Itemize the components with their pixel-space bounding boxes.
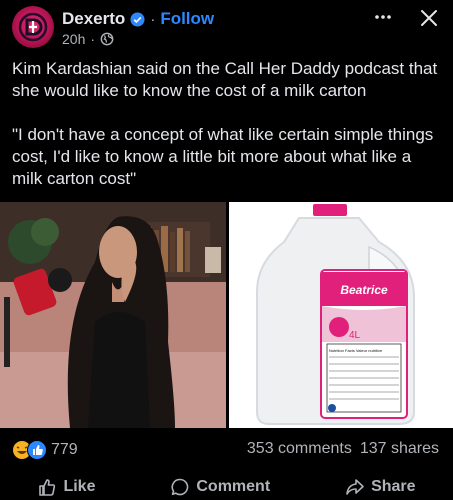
post-caption: Kim Kardashian said on the Call Her Dadd…	[12, 58, 444, 212]
reaction-summary[interactable]: 779	[12, 440, 78, 460]
page-avatar[interactable]	[12, 6, 54, 48]
like-reaction-icon	[27, 440, 47, 460]
dexerto-logo-icon	[18, 12, 48, 42]
caption-quote: "I don't have a concept of what like cer…	[12, 125, 434, 188]
time-dot: ·	[90, 31, 96, 47]
like-label: Like	[63, 478, 96, 495]
reaction-count: 779	[51, 441, 78, 458]
comment-icon	[171, 478, 189, 496]
globe-icon	[100, 32, 114, 46]
nutrition-text: Nutrition Facts Valeur nutritive	[329, 348, 383, 353]
share-label: Share	[371, 478, 416, 495]
verified-badge-icon	[130, 11, 145, 27]
brand-text: Beatrice	[340, 283, 388, 297]
engagement-counts: 353 comments 137 shares	[247, 440, 439, 458]
post-image-kim-kardashian[interactable]	[0, 202, 226, 428]
page-name[interactable]: Dexerto	[62, 9, 125, 29]
shares-count[interactable]: 137 shares	[360, 440, 439, 458]
podcast-scene-illustration	[0, 202, 226, 428]
share-button[interactable]: Share	[345, 474, 416, 500]
share-icon	[346, 479, 364, 495]
comment-button[interactable]: Comment	[170, 474, 270, 500]
more-options-icon[interactable]	[373, 9, 393, 25]
post-actions: Like Comment Share	[0, 474, 453, 500]
post-time[interactable]: 20h	[62, 31, 85, 47]
size-text: 4L	[349, 330, 361, 341]
comments-count[interactable]: 353 comments	[247, 440, 352, 458]
post-image-milk-jug[interactable]: Beatrice 4L Nutrition Facts Valeur nutri…	[229, 202, 453, 428]
close-icon[interactable]	[420, 9, 438, 27]
dot-separator: ·	[150, 10, 156, 28]
caption-paragraph: Kim Kardashian said on the Call Her Dadd…	[12, 59, 438, 100]
milk-jug-illustration: Beatrice 4L Nutrition Facts Valeur nutri…	[229, 202, 453, 428]
like-icon	[39, 479, 56, 496]
post-header: Dexerto · Follow 20h ·	[0, 0, 453, 56]
like-button[interactable]: Like	[37, 474, 95, 500]
follow-button[interactable]: Follow	[160, 9, 214, 29]
comment-label: Comment	[196, 478, 271, 495]
